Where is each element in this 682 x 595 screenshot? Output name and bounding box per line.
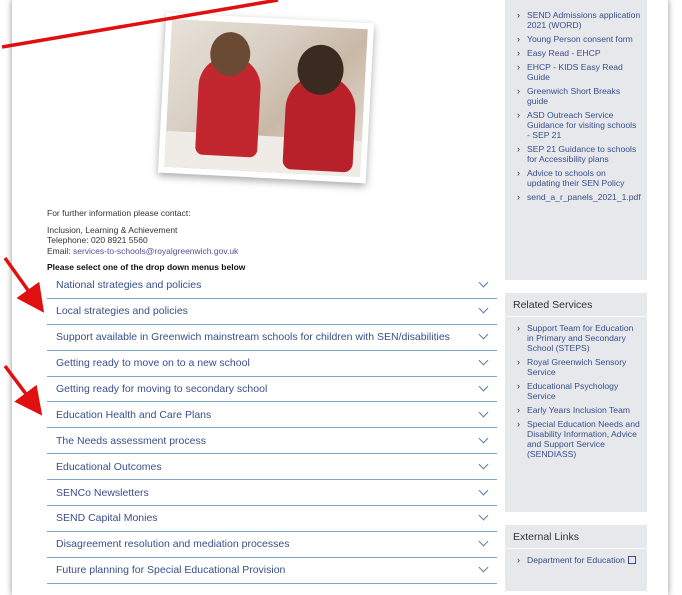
sidebar-link-label: Support Team for Education in Primary an… xyxy=(527,323,634,353)
accordion-item-label: Future planning for Special Educational … xyxy=(56,564,286,577)
accordion-item-label: Support available in Greenwich mainstrea… xyxy=(56,331,450,344)
sidebar-link-label: SEND Admissions application 2021 (WORD) xyxy=(527,10,641,30)
sidebar-link-label: Advice to schools on updating their SEN … xyxy=(527,168,625,188)
chevron-right-icon: › xyxy=(517,168,520,178)
sidebar-link[interactable]: › SEP 21 Guidance to schools for Accessib… xyxy=(517,144,641,164)
external-link-icon xyxy=(627,556,636,564)
contact-phone: Telephone: 020 8921 5560 xyxy=(47,235,148,245)
chevron-right-icon: › xyxy=(517,555,520,565)
contact-email-label: Email: xyxy=(47,245,73,256)
chevron-right-icon: › xyxy=(517,419,520,429)
accordion-item-label: SENCo Newsletters xyxy=(56,486,149,499)
sidebar-related-services: Related Services › Support Team for Educa… xyxy=(505,293,647,512)
sidebar-link[interactable]: › Support Team for Education in Primary a… xyxy=(517,323,641,353)
chevron-right-icon: › xyxy=(517,34,520,44)
chevron-right-icon: › xyxy=(517,86,520,96)
sidebar-link[interactable]: › Department for Education xyxy=(517,555,641,565)
chevron-right-icon: › xyxy=(517,192,520,202)
sidebar-link[interactable]: › Educational Psychology Service xyxy=(517,381,641,401)
chevron-right-icon: › xyxy=(517,62,520,72)
chevron-down-icon xyxy=(479,512,487,520)
sidebar-link-label: EHCP - KIDS Easy Read Guide xyxy=(527,62,623,82)
external-links-title: External Links xyxy=(505,525,647,549)
children-photo xyxy=(157,12,375,184)
chevron-right-icon: › xyxy=(517,144,520,154)
sidebar-link[interactable]: › send_a_r_panels_2021_1.pdf xyxy=(517,192,641,202)
accordion-item[interactable]: Getting ready to move on to a new school xyxy=(47,351,497,377)
accordion-item[interactable]: SENCo Newsletters xyxy=(47,480,497,507)
select-instruction: Please select one of the drop down menus… xyxy=(47,262,246,272)
sidebar-link[interactable]: › Young Person consent form xyxy=(517,34,641,44)
accordion-item-label: National strategies and policies xyxy=(56,279,202,292)
contact-intro: For further information please contact: xyxy=(47,208,191,218)
chevron-right-icon: › xyxy=(517,357,520,367)
sidebar-link-label: Educational Psychology Service xyxy=(527,381,619,401)
chevron-down-icon xyxy=(479,357,487,365)
sidebar-external-links: External Links › Department for Education xyxy=(505,525,647,591)
accordion-item-label: Getting ready for moving to secondary sc… xyxy=(56,383,268,395)
sidebar-link[interactable]: › ASD Outreach Service Guidance for visit… xyxy=(517,110,641,140)
sidebar-link-label: Department for Education xyxy=(527,555,636,565)
accordion-item[interactable]: Education Health and Care Plans xyxy=(47,402,497,429)
chevron-down-icon xyxy=(479,461,487,469)
chevron-down-icon xyxy=(479,487,487,495)
chevron-right-icon: › xyxy=(517,323,520,333)
chevron-down-icon xyxy=(479,435,487,443)
sidebar-link-label: SEP 21 Guidance to schools for Accessibi… xyxy=(527,144,637,164)
sidebar-link-label: Greenwich Short Breaks guide xyxy=(527,86,621,106)
accordion-item[interactable]: National strategies and policies xyxy=(47,273,497,299)
accordion-item[interactable]: Support available in Greenwich mainstrea… xyxy=(47,325,497,351)
chevron-down-icon xyxy=(479,409,487,417)
contact-email-row: Email: services-to-schools@royalgreenwic… xyxy=(47,246,238,257)
contact-department: Inclusion, Learning & Achievement xyxy=(47,224,178,235)
chevron-right-icon: › xyxy=(517,48,520,58)
sidebar-link[interactable]: › EHCP - KIDS Easy Read Guide xyxy=(517,62,641,82)
accordion-item[interactable]: Disagreement resolution and mediation pr… xyxy=(47,532,497,558)
sidebar-link[interactable]: › Special Education Needs and Disability … xyxy=(517,419,641,459)
accordion-item-label: Getting ready to move on to a new school xyxy=(56,357,250,370)
accordion-item-label: Local strategies and policies xyxy=(56,305,188,318)
contact-info: For further information please contact: … xyxy=(47,208,238,256)
sidebar-link-label: Easy Read - EHCP xyxy=(527,48,601,58)
accordion-item[interactable]: Educational Outcomes xyxy=(47,454,497,481)
sidebar-link-label: Royal Greenwich Sensory Service xyxy=(527,357,627,377)
accordion-item-label: Disagreement resolution and mediation pr… xyxy=(56,538,290,551)
accordion-item-label: The Needs assessment process xyxy=(56,434,206,447)
sidebar-documents: › SEND Admissions application 2021 (WORD)… xyxy=(505,0,647,280)
sidebar-link-label: send_a_r_panels_2021_1.pdf xyxy=(527,192,641,202)
chevron-right-icon: › xyxy=(517,381,520,391)
sidebar-link[interactable]: › Easy Read - EHCP xyxy=(517,48,641,58)
sidebar-link[interactable]: › Royal Greenwich Sensory Service xyxy=(517,357,641,377)
accordion-item[interactable]: Future planning for Special Educational … xyxy=(47,558,497,584)
accordion-item[interactable]: SEND Capital Monies xyxy=(47,506,497,532)
accordion-item[interactable]: Getting ready for moving to secondary sc… xyxy=(47,377,497,403)
sidebar-link-label: Early Years Inclusion Team xyxy=(527,405,631,415)
contact-email-link[interactable]: services-to-schools@royalgreenwich.gov.u… xyxy=(73,246,238,256)
sidebar-link-label: Special Education Needs and Disability I… xyxy=(527,419,640,459)
chevron-down-icon xyxy=(479,564,487,572)
sidebar-link[interactable]: › SEND Admissions application 2021 (WORD) xyxy=(517,10,641,30)
chevron-down-icon xyxy=(479,383,487,391)
accordion-item[interactable]: Local strategies and policies xyxy=(47,299,497,325)
sidebar-link-label: ASD Outreach Service Guidance for visiti… xyxy=(527,110,637,140)
sidebar-link[interactable]: › Advice to schools on updating their SEN… xyxy=(517,168,641,188)
sidebar-link[interactable]: › Early Years Inclusion Team xyxy=(517,405,641,415)
chevron-right-icon: › xyxy=(517,405,520,415)
sidebar-link-label: Young Person consent form xyxy=(527,34,633,44)
sidebar-link[interactable]: › Greenwich Short Breaks guide xyxy=(517,86,641,106)
chevron-down-icon xyxy=(479,279,487,287)
accordion-item-label: Education Health and Care Plans xyxy=(56,408,212,421)
accordion-menu: National strategies and policies Local st… xyxy=(47,273,497,584)
chevron-right-icon: › xyxy=(517,110,520,120)
chevron-down-icon xyxy=(479,305,487,313)
chevron-down-icon xyxy=(479,538,487,546)
chevron-right-icon: › xyxy=(517,10,520,20)
accordion-item[interactable]: The Needs assessment process xyxy=(47,428,497,455)
chevron-down-icon xyxy=(479,331,487,339)
accordion-item-label: Educational Outcomes xyxy=(56,460,162,473)
related-services-title: Related Services xyxy=(505,293,647,317)
accordion-item-label: SEND Capital Monies xyxy=(56,512,158,525)
